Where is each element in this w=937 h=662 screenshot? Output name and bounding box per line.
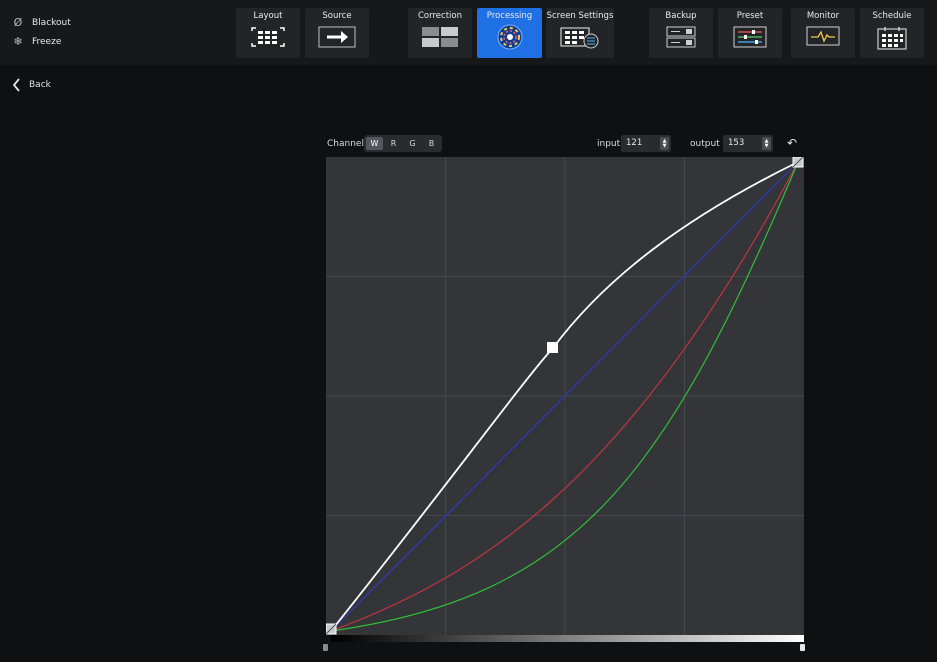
nav-preset[interactable]: Preset [718,8,782,58]
back-label: Back [29,80,51,90]
top-toolbar: Ø Blackout ❄ Freeze Layout Source Correc… [0,0,937,65]
nav-source[interactable]: Source [305,8,369,58]
source-arrow-icon [318,26,356,48]
processing-wheel-icon [497,24,522,50]
freeze-label: Freeze [32,37,62,47]
control-point[interactable] [547,342,558,353]
nav-monitor-label: Monitor [806,11,840,21]
nav-correction[interactable]: Correction [408,8,472,58]
nav-screen-settings[interactable]: Screen Settings [546,8,614,58]
nav-preset-label: Preset [736,11,764,21]
nav-layout-label: Layout [253,11,283,21]
output-label: output [690,139,720,149]
stepper-arrows-icon[interactable]: ▲ ▼ [660,137,669,150]
nav-processing-label: Processing [486,11,533,21]
gradient-bar [331,635,804,642]
channel-w-button[interactable]: W [366,137,383,150]
backup-icon [666,26,696,48]
input-stepper[interactable]: 121 ▲ ▼ [621,135,671,152]
blackout-button[interactable]: Ø Blackout [12,17,71,29]
freeze-button[interactable]: ❄ Freeze [12,36,61,48]
blackout-icon: Ø [13,16,23,29]
back-button[interactable]: Back [12,78,51,92]
channel-selector: W R G B [364,135,442,152]
nav-screen-settings-label: Screen Settings [546,11,614,21]
nav-schedule-label: Schedule [872,11,912,21]
curve-canvas[interactable] [325,156,806,637]
nav-source-label: Source [322,11,352,21]
input-label: input [597,139,621,149]
channel-b-button[interactable]: B [423,137,440,150]
nav-monitor[interactable]: Monitor [791,8,855,58]
nav-backup-label: Backup [665,11,697,21]
nav-processing[interactable]: Processing [477,8,542,58]
stepper-arrows-icon[interactable]: ▲ ▼ [762,137,771,150]
channel-label: Channel [327,139,364,149]
screen-settings-icon [560,27,599,49]
nav-correction-label: Correction [418,11,462,21]
correction-icon [422,27,458,47]
schedule-calendar-icon [877,27,907,50]
preset-sliders-icon [733,26,767,48]
layout-grid-icon [251,27,285,47]
chevron-left-icon [12,78,20,92]
blackout-label: Blackout [32,18,71,28]
curve-editor[interactable] [325,156,806,641]
snowflake-icon: ❄ [13,35,23,48]
nav-schedule[interactable]: Schedule [860,8,924,58]
reset-curve-icon[interactable]: ↶ [787,136,797,150]
monitor-pulse-icon [806,26,840,46]
black-point-handle[interactable] [323,644,328,651]
nav-backup[interactable]: Backup [649,8,713,58]
white-point-handle[interactable] [800,644,805,651]
nav-layout[interactable]: Layout [236,8,300,58]
output-value: 153 [728,138,745,148]
channel-r-button[interactable]: R [385,137,402,150]
channel-g-button[interactable]: G [404,137,421,150]
output-stepper[interactable]: 153 ▲ ▼ [723,135,773,152]
input-value: 121 [626,138,643,148]
